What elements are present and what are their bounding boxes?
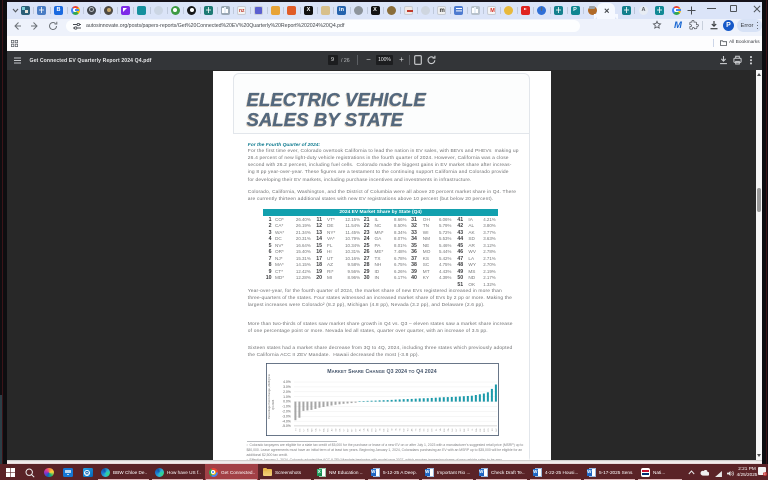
svg-text:GA: GA xyxy=(419,427,422,431)
svg-text:NH: NH xyxy=(452,428,454,432)
svg-text:DE: DE xyxy=(480,427,482,431)
svg-text:0.0%: 0.0% xyxy=(283,399,291,403)
svg-text:OK: OK xyxy=(339,427,341,431)
svg-text:HI: HI xyxy=(295,428,297,431)
svg-text:-3.0%: -3.0% xyxy=(282,414,291,418)
svg-text:CO: CO xyxy=(488,428,490,432)
svg-text:AR: AR xyxy=(366,428,369,431)
svg-text:CA: CA xyxy=(314,427,317,431)
svg-text:WY: WY xyxy=(347,427,349,431)
svg-text:OH: OH xyxy=(432,428,434,432)
svg-text:ND: ND xyxy=(404,428,406,432)
svg-text:NJ: NJ xyxy=(460,428,462,431)
svg-text:MI: MI xyxy=(492,428,494,431)
svg-text:NV: NV xyxy=(496,427,498,431)
svg-text:Q4 2024: Q4 2024 xyxy=(271,399,275,410)
svg-text:NC: NC xyxy=(428,428,430,432)
svg-text:NE: NE xyxy=(384,427,386,431)
svg-text:-2.0%: -2.0% xyxy=(282,409,291,413)
svg-text:-4.0%: -4.0% xyxy=(282,419,291,423)
svg-text:MA: MA xyxy=(475,427,478,431)
svg-text:1.0%: 1.0% xyxy=(283,394,291,398)
svg-text:-1.0%: -1.0% xyxy=(282,404,291,408)
svg-text:-5.0%: -5.0% xyxy=(282,424,291,428)
svg-text:MS: MS xyxy=(327,427,329,431)
svg-text:MO: MO xyxy=(388,428,390,432)
svg-text:MD: MD xyxy=(484,428,486,432)
svg-text:RI: RI xyxy=(468,428,470,431)
svg-text:2.0%: 2.0% xyxy=(283,389,291,393)
svg-text:SD: SD xyxy=(335,428,337,431)
svg-text:3.0%: 3.0% xyxy=(283,385,291,389)
svg-text:Percentage Point Change, 2024Q: Percentage Point Change, 2024Q3 to xyxy=(267,373,271,418)
svg-text:ME: ME xyxy=(464,427,466,431)
svg-text:NM: NM xyxy=(311,428,313,432)
svg-text:DC: DC xyxy=(299,428,301,432)
svg-text:NY: NY xyxy=(456,427,458,431)
svg-text:WI: WI xyxy=(408,428,410,431)
svg-text:OR: OR xyxy=(307,428,309,432)
svg-text:WV: WV xyxy=(375,427,377,431)
svg-text:WA: WA xyxy=(322,427,325,431)
svg-text:TN: TN xyxy=(400,428,402,431)
svg-text:4.0%: 4.0% xyxy=(283,380,291,384)
svg-text:MN: MN xyxy=(444,428,446,432)
svg-text:SC: SC xyxy=(424,428,426,431)
